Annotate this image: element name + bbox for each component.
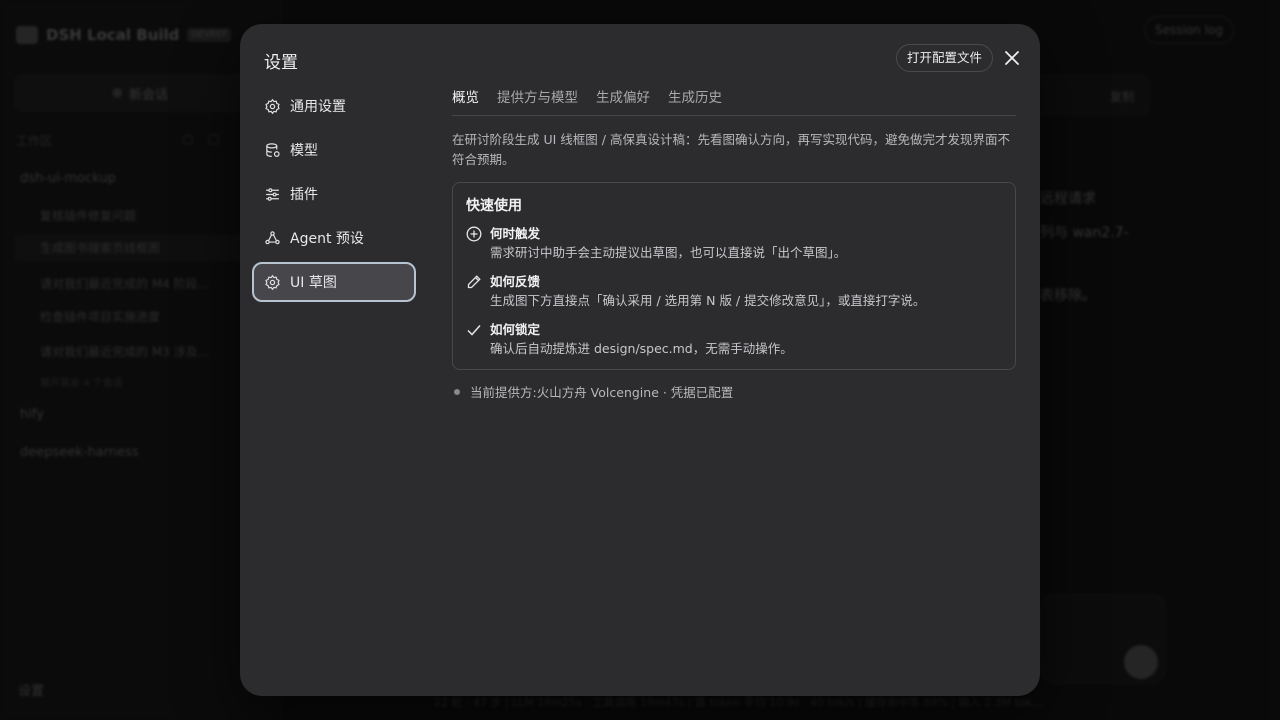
- status-dot-icon: [454, 388, 460, 395]
- description: 在研讨阶段生成 UI 线框图 / 高保真设计稿：先看图确认方向，再写实现代码，避…: [452, 132, 1010, 167]
- tab-providers-models[interactable]: 提供方与模型: [497, 86, 578, 115]
- open-config-button[interactable]: 打开配置文件: [896, 44, 994, 72]
- item-body: 确认后自动提炼进 design/spec.md，无需手动操作。: [490, 341, 793, 356]
- nav-item-agent-presets[interactable]: Agent 预设: [252, 218, 416, 258]
- nav-label: 模型: [290, 143, 318, 159]
- quick-start-item: 如何反馈 生成图下方直接点「确认采用 / 选用第 N 版 / 提交修改意见」，或…: [466, 273, 1003, 311]
- provider-status-text: 当前提供方:火山方舟 Volcengine · 凭据已配置: [470, 385, 734, 400]
- nav-label: UI 草图: [290, 275, 337, 291]
- check-icon: [467, 325, 481, 336]
- settings-nav: 通用设置 模型 插件 Agent 预设 UI 草图: [252, 86, 416, 306]
- nav-label: 通用设置: [290, 99, 346, 115]
- nav-item-ui-sketch[interactable]: UI 草图: [252, 262, 416, 302]
- plus-circle-icon: [466, 226, 482, 242]
- gear-icon: [263, 97, 281, 115]
- database-icon: [263, 141, 281, 159]
- item-heading: 何时触发: [490, 226, 541, 241]
- close-button[interactable]: [1000, 46, 1024, 70]
- tab-generation-history[interactable]: 生成历史: [668, 86, 722, 115]
- provider-status: 当前提供方:火山方舟 Volcengine · 凭据已配置: [452, 382, 1016, 401]
- sliders-icon: [263, 185, 281, 203]
- settings-content: 概览 提供方与模型 生成偏好 生成历史 在研讨阶段生成 UI 线框图 / 高保真…: [452, 86, 1016, 401]
- nav-item-general[interactable]: 通用设置: [252, 86, 416, 126]
- modal-title: 设置: [264, 53, 298, 73]
- close-icon: [1005, 51, 1019, 65]
- nav-item-plugins[interactable]: 插件: [252, 174, 416, 214]
- tab-overview[interactable]: 概览: [452, 86, 479, 115]
- pencil-icon: [467, 275, 481, 289]
- nav-item-models[interactable]: 模型: [252, 130, 416, 170]
- nav-label: 插件: [290, 187, 318, 203]
- item-body: 生成图下方直接点「确认采用 / 选用第 N 版 / 提交修改意见」，或直接打字说…: [490, 293, 926, 308]
- quick-start-item: 如何锁定 确认后自动提炼进 design/spec.md，无需手动操作。: [466, 321, 1003, 359]
- item-body: 需求研讨中助手会主动提议出草图，也可以直接说「出个草图」。: [490, 245, 847, 260]
- item-heading: 如何锁定: [490, 322, 541, 337]
- tab-bar: 概览 提供方与模型 生成偏好 生成历史: [452, 86, 1016, 116]
- quick-start-title: 快速使用: [466, 198, 522, 214]
- settings-modal: 设置 打开配置文件 通用设置 模型 插件 Agent 预设 UI 草图 概览 提…: [240, 24, 1040, 696]
- agent-icon: [263, 229, 281, 247]
- quick-start-card: 快速使用 何时触发 需求研讨中助手会主动提议出草图，也可以直接说「出个草图」。 …: [452, 182, 1016, 370]
- quick-start-item: 何时触发 需求研讨中助手会主动提议出草图，也可以直接说「出个草图」。: [466, 225, 1003, 263]
- item-heading: 如何反馈: [490, 274, 541, 289]
- tab-generation-preferences[interactable]: 生成偏好: [596, 86, 650, 115]
- nav-label: Agent 预设: [290, 231, 364, 247]
- gear-icon: [263, 273, 281, 291]
